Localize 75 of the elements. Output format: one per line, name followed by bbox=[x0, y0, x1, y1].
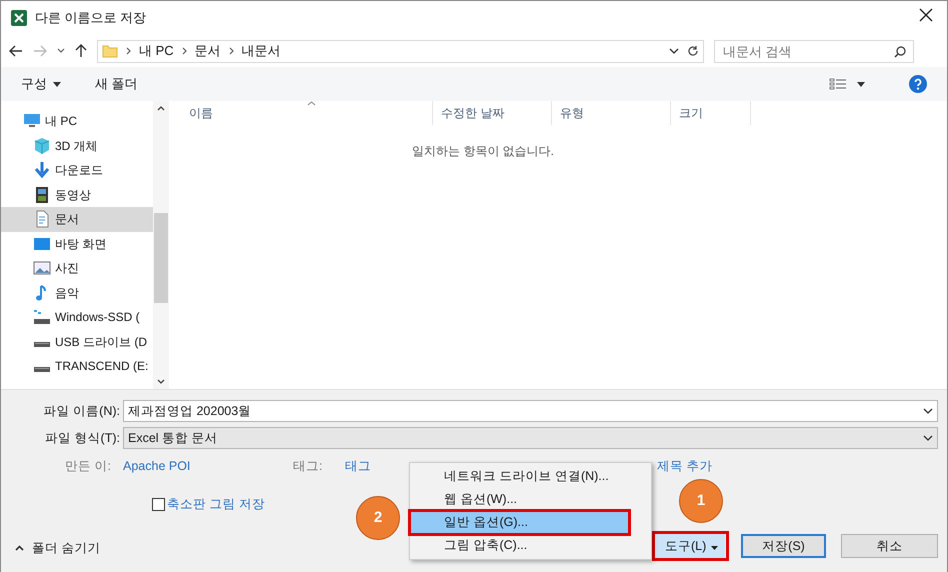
caret-icon bbox=[711, 546, 718, 550]
empty-message: 일치하는 항목이 없습니다. bbox=[410, 143, 555, 160]
sidebar-item[interactable]: 문서 bbox=[1, 207, 153, 232]
picture-icon bbox=[33, 259, 51, 278]
film-icon bbox=[33, 186, 51, 204]
tools-button[interactable]: 도구(L) bbox=[656, 534, 725, 558]
field-label: 파일 형식(T): bbox=[44, 430, 121, 447]
cube-icon bbox=[33, 136, 51, 155]
sidebar-item[interactable]: 다운로드 bbox=[1, 158, 153, 182]
field-label: 태그: bbox=[293, 458, 324, 475]
window-title: 다른 이름으로 저장 bbox=[35, 9, 146, 28]
sidebar-item[interactable]: 음악 bbox=[1, 280, 153, 305]
caret-icon bbox=[53, 82, 61, 86]
column-header[interactable]: 이름 bbox=[169, 101, 433, 125]
breadcrumb-item[interactable]: 내 PC bbox=[139, 41, 174, 61]
chevron-down-icon bbox=[923, 435, 933, 442]
sidebar-item[interactable]: TRANSCEND (E: bbox=[1, 354, 153, 378]
file-name-field[interactable]: 제과점영업 202003월 bbox=[123, 400, 938, 422]
new-folder-button[interactable]: 새 폴더 bbox=[95, 74, 138, 94]
chevron-up-icon bbox=[15, 545, 24, 552]
chevron-right-icon bbox=[126, 47, 131, 55]
sidebar-item[interactable]: USB 드라이브 (D bbox=[1, 330, 153, 354]
sidebar-item[interactable]: Windows-SSD ( bbox=[1, 305, 153, 330]
drive-icon bbox=[33, 308, 51, 326]
organize-button[interactable]: 구성 bbox=[21, 74, 61, 94]
column-header[interactable]: 수정한 날짜 bbox=[433, 101, 552, 125]
chevron-down-icon bbox=[669, 48, 679, 56]
sidebar-item[interactable]: 동영상 bbox=[1, 182, 153, 207]
sidebar-item[interactable]: 바탕 화면 bbox=[1, 232, 153, 256]
sort-up-icon bbox=[307, 101, 316, 106]
checkbox[interactable] bbox=[152, 498, 165, 511]
field-label: 만든 이: bbox=[64, 458, 112, 475]
chevron-down-icon bbox=[57, 48, 65, 54]
file-type-dropdown[interactable]: Excel 통합 문서 bbox=[123, 427, 938, 449]
search-icon bbox=[894, 46, 906, 58]
address-bar[interactable]: 내 PC 문서 내문서 bbox=[97, 40, 704, 62]
column-header[interactable]: 유형 bbox=[552, 101, 671, 125]
forward-arrow-icon bbox=[33, 45, 47, 57]
back-arrow-icon bbox=[9, 45, 23, 57]
title-link[interactable]: 제목 추가 bbox=[657, 457, 712, 476]
menu-item[interactable]: 그림 압축(C)... bbox=[410, 534, 651, 557]
up-arrow-icon bbox=[75, 44, 87, 58]
sidebar-item[interactable]: 사진 bbox=[1, 256, 153, 280]
spreadsheet-app-icon bbox=[11, 10, 27, 26]
tags-link[interactable]: 태그 bbox=[345, 457, 371, 476]
search-field[interactable]: 내문서 검색 bbox=[714, 40, 914, 62]
breadcrumb-item[interactable]: 문서 bbox=[194, 41, 221, 61]
cancel-button[interactable]: 취소 bbox=[841, 534, 938, 558]
download-arrow-icon bbox=[33, 161, 51, 180]
sidebar-item[interactable]: 3D 개체 bbox=[1, 134, 153, 158]
chevron-down-icon bbox=[157, 379, 165, 385]
chevron-down-icon bbox=[923, 408, 933, 416]
caret-icon bbox=[857, 82, 865, 86]
menu-item[interactable]: 웹 옵션(W)... bbox=[410, 488, 651, 511]
refresh-icon bbox=[687, 45, 699, 57]
checkbox-label: 축소판 그림 저장 bbox=[167, 496, 265, 513]
sidebar-item[interactable]: 내 PC bbox=[1, 109, 153, 134]
drive-icon bbox=[33, 366, 51, 373]
view-list-icon bbox=[829, 78, 847, 90]
menu-item[interactable]: 네트워크 드라이브 연결(N)... bbox=[410, 465, 651, 488]
drive-icon bbox=[33, 341, 51, 348]
breadcrumb-item[interactable]: 내문서 bbox=[242, 41, 281, 61]
chevron-up-icon bbox=[157, 105, 165, 111]
column-header[interactable]: 크기 bbox=[671, 101, 751, 125]
chevron-right-icon bbox=[182, 47, 187, 55]
save-button[interactable]: 저장(S) bbox=[741, 534, 826, 558]
author-link[interactable]: Apache POI bbox=[123, 457, 293, 476]
help-icon bbox=[909, 75, 927, 93]
hide-folders-button[interactable]: 폴더 숨기기 bbox=[15, 539, 100, 558]
menu-item[interactable]: 일반 옵션(G)... bbox=[410, 511, 629, 534]
folder-icon bbox=[102, 44, 118, 58]
close-icon bbox=[919, 8, 933, 22]
scrollbar[interactable] bbox=[153, 101, 169, 389]
field-label: 파일 이름(N): bbox=[42, 402, 121, 420]
chevron-right-icon bbox=[228, 47, 234, 55]
